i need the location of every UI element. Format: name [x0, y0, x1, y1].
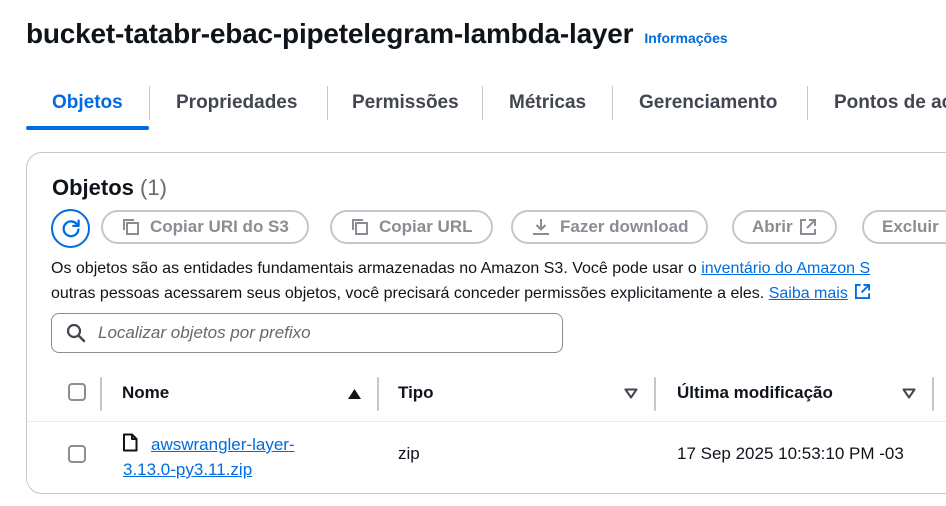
object-last-modified: 17 Sep 2025 10:53:10 PM -03 — [677, 444, 904, 463]
delete-button[interactable]: Excluir — [862, 210, 946, 244]
download-button[interactable]: Fazer download — [511, 210, 709, 244]
external-link-icon — [855, 283, 871, 300]
learn-more-link[interactable]: Saiba mais — [769, 285, 848, 302]
column-divider — [100, 377, 102, 411]
page-header: bucket-tatabr-ebac-pipetelegram-lambda-l… — [26, 18, 728, 50]
column-header-name-label: Nome — [122, 383, 170, 402]
sort-caret-down-icon[interactable] — [624, 388, 638, 399]
info-link[interactable]: Informações — [644, 30, 727, 46]
delete-label: Excluir — [882, 217, 939, 236]
download-icon — [533, 219, 549, 235]
column-header-name[interactable]: Nome — [122, 375, 169, 411]
external-link-icon — [799, 219, 816, 235]
copy-icon — [123, 219, 139, 235]
object-name-line-2: 3.13.0-py3.11.zip — [123, 460, 253, 479]
column-header-type-label: Tipo — [398, 383, 434, 402]
description-line-2: outras pessoas acessarem seus objetos, v… — [51, 281, 946, 306]
panel-title: Objetos (1) — [52, 175, 167, 201]
copy-s3-uri-button[interactable]: Copiar URI do S3 — [101, 210, 309, 244]
tab-divider — [149, 86, 150, 120]
tab-management[interactable]: Gerenciamento — [639, 78, 777, 128]
refresh-button[interactable] — [51, 209, 90, 248]
tab-bar: Objetos Propriedades Permissões Métricas… — [26, 78, 946, 132]
panel-title-text: Objetos — [52, 175, 134, 200]
column-divider — [932, 377, 934, 411]
object-type: zip — [398, 444, 420, 463]
object-name-line-1: awswrangler-layer- — [151, 435, 295, 454]
object-name-link[interactable]: awswrangler-layer- 3.13.0-py3.11.zip — [123, 432, 323, 482]
open-label: Abrir — [752, 217, 793, 236]
panel-description: Os objetos são as entidades fundamentais… — [51, 256, 946, 306]
tab-divider — [482, 86, 483, 120]
inventory-link[interactable]: inventário do Amazon S — [701, 260, 870, 277]
sort-caret-down-icon[interactable] — [902, 388, 916, 399]
object-count: (1) — [140, 175, 167, 200]
column-header-last-modified-label: Última modificação — [677, 383, 833, 402]
tab-divider — [807, 86, 808, 120]
active-tab-indicator — [26, 126, 149, 130]
copy-s3-uri-label: Copiar URI do S3 — [150, 217, 289, 236]
tab-metrics[interactable]: Métricas — [509, 78, 586, 128]
objects-panel: Objetos (1) Copiar URI do S3 Copiar URL … — [26, 152, 946, 494]
search-placeholder: Localizar objetos por prefixo — [98, 323, 311, 342]
column-header-last-modified[interactable]: Última modificação — [677, 375, 833, 411]
copy-icon — [352, 219, 368, 235]
search-icon — [66, 323, 86, 343]
header-row-divider — [27, 421, 946, 422]
download-label: Fazer download — [560, 217, 689, 236]
tab-access-points[interactable]: Pontos de ac — [834, 78, 946, 128]
description-text-2: outras pessoas acessarem seus objetos, v… — [51, 285, 769, 302]
tab-divider — [327, 86, 328, 120]
select-all-checkbox[interactable] — [68, 383, 86, 401]
column-header-type[interactable]: Tipo — [398, 375, 434, 411]
tab-permissions[interactable]: Permissões — [352, 78, 459, 128]
description-text-1: Os objetos são as entidades fundamentais… — [51, 260, 702, 277]
row-checkbox[interactable] — [68, 445, 86, 463]
sort-ascending-icon[interactable] — [348, 389, 361, 399]
tab-divider — [612, 86, 613, 120]
tab-objects[interactable]: Objetos — [52, 78, 123, 128]
search-input[interactable]: Localizar objetos por prefixo — [51, 313, 563, 353]
refresh-icon — [62, 218, 80, 237]
copy-url-label: Copiar URL — [379, 217, 473, 236]
copy-url-button[interactable]: Copiar URL — [330, 210, 493, 244]
column-divider — [377, 377, 379, 411]
column-divider — [654, 377, 656, 411]
description-line-1: Os objetos são as entidades fundamentais… — [51, 256, 946, 281]
page-title: bucket-tatabr-ebac-pipetelegram-lambda-l… — [26, 18, 634, 49]
open-button[interactable]: Abrir — [732, 210, 837, 244]
tab-properties[interactable]: Propriedades — [176, 78, 297, 128]
